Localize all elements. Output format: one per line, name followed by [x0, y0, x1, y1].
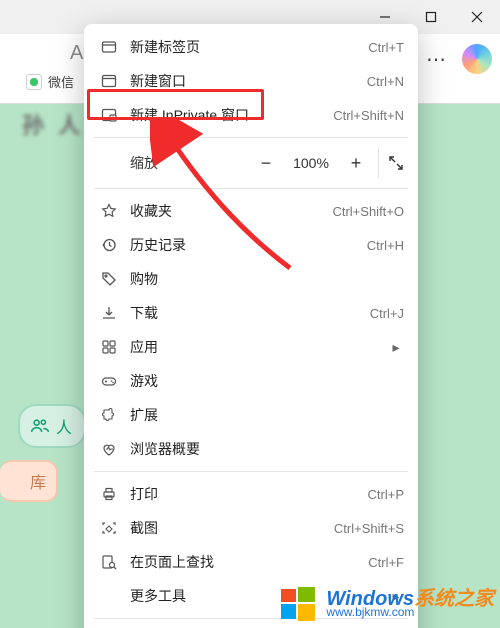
- inprivate-icon: [98, 107, 120, 123]
- menu-label: 应用: [120, 337, 388, 357]
- menu-separator: [94, 188, 408, 189]
- menu-label: 历史记录: [120, 235, 367, 255]
- browser-menu: 新建标签页 Ctrl+T 新建窗口 Ctrl+N 新建 InPrivate 窗口…: [84, 24, 418, 628]
- address-letter: A: [70, 42, 83, 65]
- menu-games[interactable]: 游戏: [84, 364, 418, 398]
- floating-pill-2[interactable]: 库: [0, 460, 58, 502]
- download-icon: [98, 305, 120, 321]
- floating-pill-1[interactable]: 人: [18, 404, 86, 448]
- menu-zoom-row: 缩放 − 100% +: [84, 143, 418, 183]
- menu-settings[interactable]: 设置: [84, 624, 418, 628]
- menu-history[interactable]: 历史记录 Ctrl+H: [84, 228, 418, 262]
- menu-label: 浏览器概要: [120, 439, 404, 459]
- menu-shortcut: Ctrl+P: [368, 487, 404, 502]
- menu-separator: [94, 137, 408, 138]
- menu-shortcut: Ctrl+J: [370, 306, 404, 321]
- history-icon: [98, 237, 120, 253]
- menu-label: 新建标签页: [120, 37, 368, 57]
- menu-new-window[interactable]: 新建窗口 Ctrl+N: [84, 64, 418, 98]
- menu-shortcut: Ctrl+T: [368, 40, 404, 55]
- tab-title: 微信: [48, 72, 74, 91]
- menu-shortcut: Ctrl+N: [367, 74, 404, 89]
- blurred-text: 孙 人: [22, 108, 84, 140]
- pill2-label: 库: [30, 469, 46, 493]
- people-icon: [30, 416, 50, 436]
- fullscreen-button[interactable]: [378, 148, 412, 178]
- menu-shortcut: Ctrl+Shift+N: [333, 108, 404, 123]
- screenshot-icon: [98, 520, 120, 536]
- menu-label: 在页面上查找: [120, 552, 368, 572]
- menu-label: 扩展: [120, 405, 404, 425]
- chevron-right-icon: ▸: [388, 339, 404, 356]
- zoom-percent: 100%: [284, 155, 338, 171]
- watermark-sub: 系统之家: [414, 588, 494, 610]
- menu-extensions[interactable]: 扩展: [84, 398, 418, 432]
- print-icon: [98, 486, 120, 502]
- browser-tab[interactable]: 微信: [26, 72, 74, 91]
- menu-shopping[interactable]: 购物: [84, 262, 418, 296]
- copilot-icon[interactable]: [462, 44, 492, 74]
- menu-browser-essentials[interactable]: 浏览器概要: [84, 432, 418, 466]
- zoom-out-button[interactable]: −: [248, 148, 284, 178]
- zoom-label: 缩放: [130, 153, 248, 173]
- pulse-icon: [98, 441, 120, 457]
- watermark-url: www.bjkmw.com: [326, 606, 414, 619]
- puzzle-icon: [98, 407, 120, 423]
- menu-shortcut: Ctrl+Shift+O: [332, 204, 404, 219]
- windows-logo-icon: [278, 584, 318, 624]
- apps-icon: [98, 339, 120, 355]
- menu-label: 截图: [120, 518, 334, 538]
- menu-screenshot[interactable]: 截图 Ctrl+Shift+S: [84, 511, 418, 545]
- menu-new-inprivate[interactable]: 新建 InPrivate 窗口 Ctrl+Shift+N: [84, 98, 418, 132]
- menu-label: 收藏夹: [120, 201, 332, 221]
- wechat-favicon-icon: [26, 74, 42, 90]
- menu-label: 打印: [120, 484, 368, 504]
- tab-icon: [98, 39, 120, 55]
- menu-separator: [94, 471, 408, 472]
- fullscreen-icon: [388, 155, 404, 171]
- game-icon: [98, 373, 120, 389]
- menu-favorites[interactable]: 收藏夹 Ctrl+Shift+O: [84, 194, 418, 228]
- menu-label: 新建 InPrivate 窗口: [120, 105, 333, 125]
- pill-label: 人: [56, 414, 72, 438]
- menu-print[interactable]: 打印 Ctrl+P: [84, 477, 418, 511]
- menu-label: 购物: [120, 269, 404, 289]
- menu-new-tab[interactable]: 新建标签页 Ctrl+T: [84, 30, 418, 64]
- menu-label: 新建窗口: [120, 71, 367, 91]
- menu-shortcut: Ctrl+F: [368, 555, 404, 570]
- menu-label: 下载: [120, 303, 370, 323]
- star-icon: [98, 203, 120, 219]
- menu-downloads[interactable]: 下载 Ctrl+J: [84, 296, 418, 330]
- tag-icon: [98, 271, 120, 287]
- zoom-in-button[interactable]: +: [338, 148, 374, 178]
- menu-label: 游戏: [120, 371, 404, 391]
- menu-shortcut: Ctrl+Shift+S: [334, 521, 404, 536]
- menu-shortcut: Ctrl+H: [367, 238, 404, 253]
- menu-find[interactable]: 在页面上查找 Ctrl+F: [84, 545, 418, 579]
- window-close-button[interactable]: [454, 0, 500, 34]
- window-icon: [98, 73, 120, 89]
- menu-apps[interactable]: 应用 ▸: [84, 330, 418, 364]
- watermark: Windows系统之家 www.bjkmw.com: [278, 584, 494, 624]
- find-icon: [98, 554, 120, 570]
- more-button[interactable]: ⋯: [420, 42, 454, 76]
